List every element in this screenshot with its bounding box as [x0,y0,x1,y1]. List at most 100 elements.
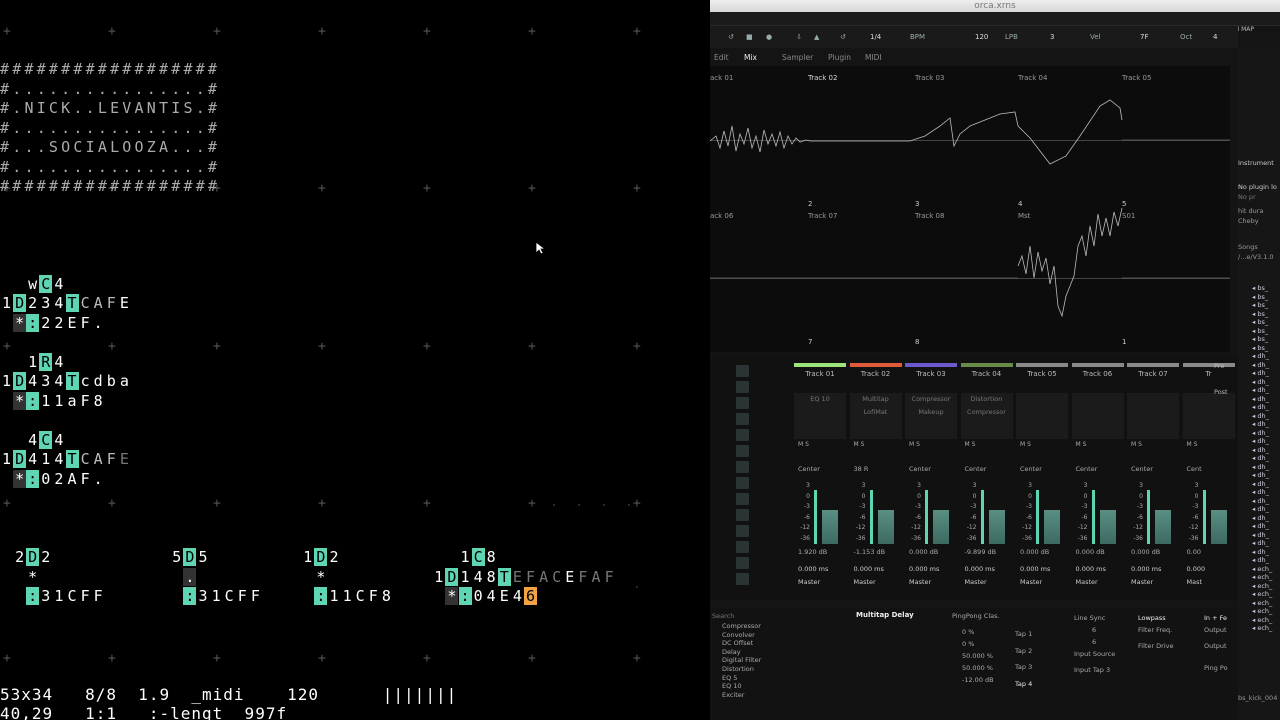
scope-track-name[interactable]: Track 08 [915,212,944,220]
mixer-channel[interactable]: Track 05 M S Center 3 0 -3 -6 -12 -36 0.000 dB 0.0… [1016,363,1068,598]
channel-name[interactable]: Track 03 [905,370,957,378]
tap-value[interactable]: 50.000 % [962,662,994,674]
mute-solo-buttons[interactable]: M S [1187,441,1198,448]
volume-fader[interactable] [814,490,817,544]
output-routing[interactable]: Master [854,578,876,586]
effect-list-item[interactable]: EQ 10 [722,682,761,691]
dsp-device[interactable]: Compressor [905,393,957,406]
scope-track-name[interactable]: Mst [1018,212,1030,220]
mute-solo-buttons[interactable]: M S [1020,441,1031,448]
dsp-search-input[interactable]: Search [712,612,734,620]
output-routing[interactable]: Master [1020,578,1042,586]
browser-file-item[interactable]: ◂ ech_ [1252,565,1280,574]
dsp-device[interactable]: Distortion [961,393,1013,406]
effect-list-item[interactable]: Distortion [722,665,761,674]
scope-track-name[interactable]: Track 05 [1122,74,1151,82]
browser-file-item[interactable]: ◂ dh_ [1252,497,1280,506]
filter-type[interactable]: Lowpass [1138,614,1166,622]
velocity-value[interactable]: 7F [1140,33,1148,41]
browser-file-item[interactable]: ◂ bs_ [1252,318,1280,327]
channel-name[interactable]: Track 07 [1127,370,1179,378]
delay-ms[interactable]: 0.000 ms [1131,565,1161,573]
input-tap-label[interactable]: Input Tap 3 [1074,666,1110,674]
scope-track-name[interactable]: ack 01 [710,74,733,82]
effect-list-item[interactable]: Exciter [722,691,761,700]
delay-ms[interactable]: 0.000 ms [798,565,828,573]
browser-file-item[interactable]: ◂ dh_ [1252,361,1280,370]
tap-button[interactable]: Tap 4 [1015,676,1032,693]
channel-dsp-chain[interactable]: Distortion Compressor [960,393,1013,439]
dsp-device[interactable]: Makeup [905,406,957,419]
browser-file-item[interactable]: ◂ dh_ [1252,369,1280,378]
mute-solo-buttons[interactable]: M S [798,441,809,448]
browser-file-item[interactable]: ◂ dh_ [1252,480,1280,489]
browser-file-item[interactable]: ◂ dh_ [1252,505,1280,514]
browser-file-item[interactable]: ◂ bs_ [1252,293,1280,302]
delay-ms[interactable]: 0.000 ms [909,565,939,573]
record-icon[interactable]: ● [766,33,772,41]
side-button[interactable] [736,397,749,409]
octave-value[interactable]: 4 [1213,33,1217,41]
lpb-value[interactable]: 3 [1050,33,1054,41]
preset-name[interactable]: PingPong Clas. [952,612,1000,620]
browser-file-item[interactable]: ◂ ech_ [1252,599,1280,608]
orca-terminal[interactable]: + + + + + + + + + + + + + + + + + + + + + + + + + + + + + + + + + + +.....… [0,0,710,720]
channel-name[interactable]: Track 04 [961,370,1013,378]
output-routing[interactable]: Master [798,578,820,586]
volume-fader[interactable] [1091,490,1095,544]
dsp-device[interactable]: Multitap [850,393,902,406]
volume-db[interactable]: -9.899 dB [965,548,997,556]
mute-solo-buttons[interactable]: M S [1131,441,1142,448]
output-routing[interactable]: Master [965,578,987,586]
browser-file-item[interactable]: ◂ bs_ [1252,301,1280,310]
channel-name[interactable]: Track 01 [794,370,846,378]
browser-path[interactable]: /...e/V3.1.0 [1238,252,1280,262]
delay-ms[interactable]: 0.000 ms [965,565,995,573]
browser-file-item[interactable]: ◂ ech_ [1252,616,1280,625]
scope-track-name[interactable]: ack 06 [710,212,733,220]
output-routing[interactable]: Master [1076,578,1098,586]
effect-list-item[interactable]: Digital Filter [722,656,761,665]
mixer-channel[interactable]: Track 06 M S Center 3 0 -3 -6 -12 -36 0.000 dB 0.0… [1071,363,1124,598]
scope-track-name[interactable]: Track 02 [808,74,837,82]
tap-value[interactable]: 0 % [962,626,994,638]
volume-fader[interactable] [925,490,928,544]
volume-db[interactable]: 0.00 [1187,548,1201,556]
browser-file-item[interactable]: ◂ dh_ [1252,378,1280,387]
side-button[interactable] [736,429,749,441]
browser-file-item[interactable]: ◂ bs_ [1252,310,1280,319]
volume-db[interactable]: 0.000 dB [1131,548,1160,556]
browser-file-item[interactable]: ◂ ech_ [1252,607,1280,616]
channel-name[interactable]: Track 06 [1072,370,1124,378]
browser-file-item[interactable]: ◂ dh_ [1252,437,1280,446]
dsp-device[interactable]: LofiMat [850,406,902,419]
side-button[interactable] [736,365,749,377]
delay-ms[interactable]: 0.000 [1187,565,1206,573]
bpm-value[interactable]: 120 [975,33,988,41]
tab-midi[interactable]: MIDI [865,53,882,62]
delay-ms[interactable]: 0.000 ms [1076,565,1106,573]
line-sync-label[interactable]: Line Sync [1074,614,1105,622]
browser-file-item[interactable]: ◂ dh_ [1252,463,1280,472]
tab-sampler[interactable]: Sampler [782,53,813,62]
browser-file-item[interactable]: ◂ dh_ [1252,488,1280,497]
browser-file-item[interactable]: ◂ dh_ [1252,446,1280,455]
browser-file-item[interactable]: ◂ ech_ [1252,590,1280,599]
volume-db[interactable]: 0.000 dB [1076,548,1105,556]
channel-dsp-chain[interactable] [1127,393,1179,439]
tap-button[interactable]: Tap 1 [1015,626,1032,643]
mixer-channel[interactable]: Track 04 Distortion Compressor M S Center 3 0-… [960,363,1013,598]
side-button[interactable] [736,525,749,537]
browser-file-item[interactable]: ◂ dh_ [1252,471,1280,480]
browser-file-item[interactable]: ◂ dh_ [1252,522,1280,531]
tap-value[interactable]: 0 % [962,638,994,650]
dsp-device[interactable]: EQ 10 [794,393,846,406]
side-button[interactable] [736,493,749,505]
browser-file-item[interactable]: ◂ bs_ [1252,284,1280,293]
mixer-channel[interactable]: Tr M S Cent 3 0 -3 -6 -12 -36 0.00 0.000 Mast [1182,363,1235,598]
pan-value[interactable]: 38 R [854,465,869,473]
browser-file-item[interactable]: ◂ dh_ [1252,412,1280,421]
in-feedback-label[interactable]: In + Fe [1204,614,1227,622]
follow-icon[interactable]: ⇩ [796,33,802,41]
browser-file-item[interactable]: ◂ dh_ [1252,386,1280,395]
